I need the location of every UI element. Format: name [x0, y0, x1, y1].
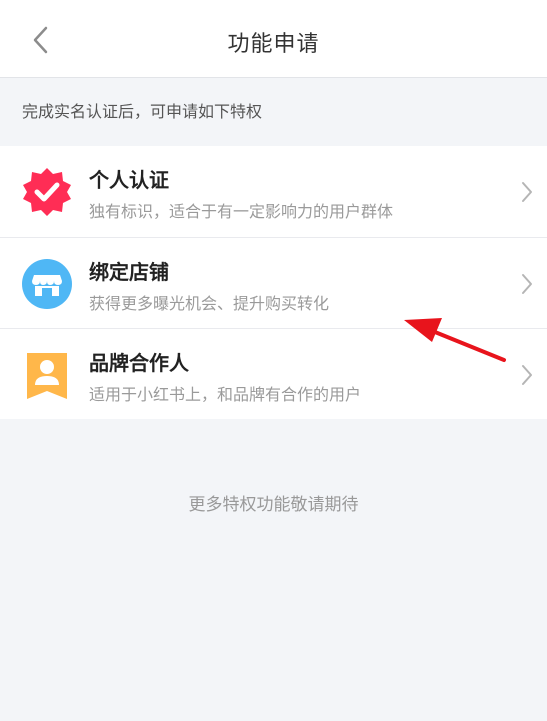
store-icon — [22, 259, 72, 309]
chevron-right-icon — [522, 182, 532, 202]
annotation-arrow-icon — [404, 318, 506, 362]
item-title: 绑定店铺 — [89, 260, 169, 284]
person-card-icon — [27, 353, 67, 399]
item-title: 个人认证 — [89, 168, 169, 192]
list-item-personal-verification[interactable]: 个人认证 独有标识，适合于有一定影响力的用户群体 — [0, 146, 547, 237]
chevron-right-icon — [522, 274, 532, 294]
feature-list: 个人认证 独有标识，适合于有一定影响力的用户群体 绑定店铺 获得更多曝光机会、提… — [0, 146, 547, 419]
chevron-right-icon — [522, 365, 532, 385]
header-bar: 功能申请 — [0, 0, 547, 78]
footer-text: 更多特权功能敬请期待 — [188, 495, 359, 515]
item-description: 独有标识，适合于有一定影响力的用户群体 — [89, 202, 394, 221]
item-title: 品牌合作人 — [89, 351, 189, 375]
item-description: 获得更多曝光机会、提升购买转化 — [89, 294, 330, 313]
tip-text: 完成实名认证后，可申请如下特权 — [22, 102, 263, 121]
item-description: 适用于小红书上，和品牌有合作的用户 — [89, 385, 362, 404]
page-title: 功能申请 — [227, 32, 320, 57]
verified-badge-icon — [23, 168, 71, 216]
